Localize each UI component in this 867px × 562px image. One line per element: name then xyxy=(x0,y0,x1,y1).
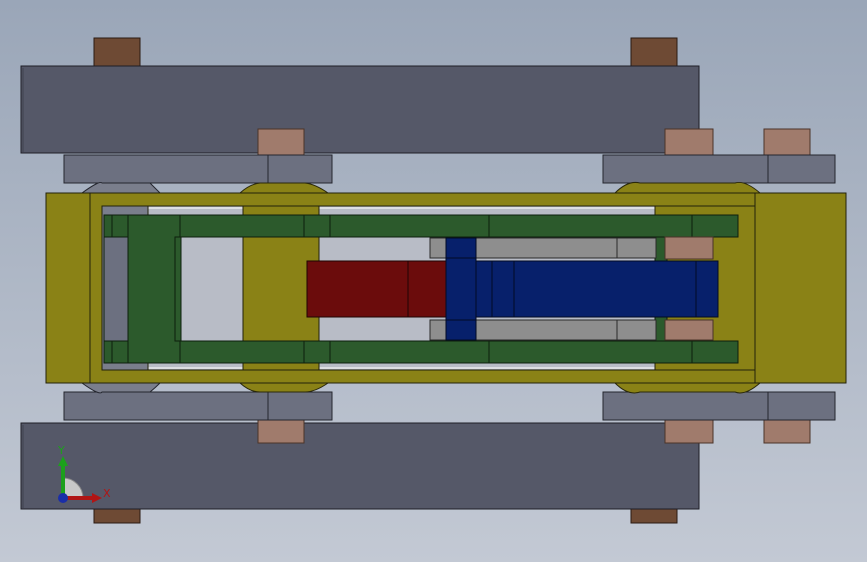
bushing-inner-top[interactable] xyxy=(664,236,714,260)
pin-top-left[interactable] xyxy=(93,37,141,69)
lug-top-left[interactable] xyxy=(80,182,162,194)
lug-top-mid[interactable] xyxy=(238,182,330,194)
lug-bottom-right[interactable] xyxy=(613,382,762,394)
bracket-bottom-right[interactable] xyxy=(602,391,836,421)
model-viewport[interactable]: Y X xyxy=(0,0,867,562)
rail-bottom[interactable] xyxy=(20,422,700,510)
bracket-bottom-left[interactable] xyxy=(63,391,333,421)
bushing-inner-bottom[interactable] xyxy=(664,319,714,341)
pin-top-right[interactable] xyxy=(630,37,678,69)
bushing-top-right[interactable] xyxy=(763,128,811,158)
lug-bottom-mid[interactable] xyxy=(238,382,330,393)
rail-top[interactable] xyxy=(20,65,700,154)
bushing-bottom-right[interactable] xyxy=(763,418,811,444)
triad-x-label: X xyxy=(103,487,111,500)
bracket-top-left[interactable] xyxy=(63,154,333,184)
triad-y-label: Y xyxy=(57,444,65,457)
bushing-top-left[interactable] xyxy=(257,128,305,158)
bushing-bottom-left[interactable] xyxy=(257,418,305,444)
bracket-top-right[interactable] xyxy=(602,154,836,184)
lug-top-right[interactable] xyxy=(613,182,762,194)
lug-bottom-left[interactable] xyxy=(80,382,162,394)
piston-rod[interactable] xyxy=(306,260,448,318)
